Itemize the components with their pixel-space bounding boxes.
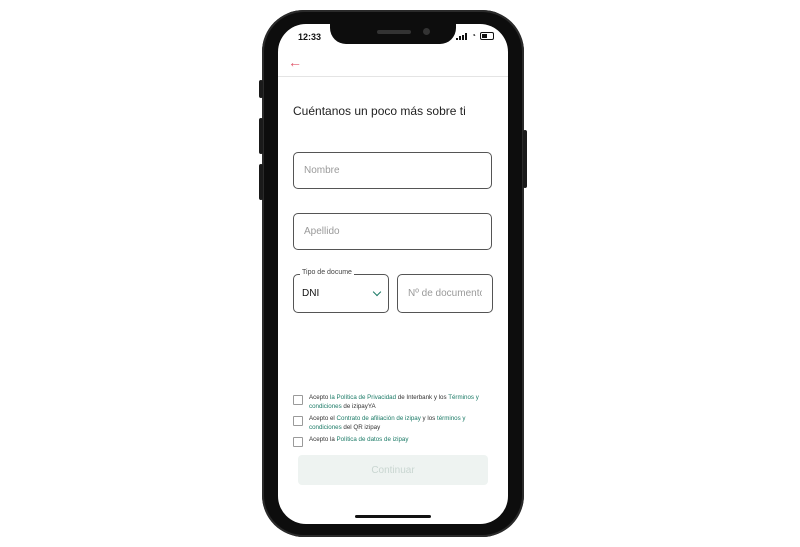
doc-type-value: DNI bbox=[302, 288, 320, 299]
front-camera bbox=[423, 28, 430, 35]
consent-text-contract: Acepto el Contrato de afiliación de izip… bbox=[309, 415, 493, 432]
doc-number-field[interactable] bbox=[397, 274, 493, 313]
status-icons: ◔ bbox=[456, 32, 494, 40]
battery-icon bbox=[480, 32, 494, 40]
nombre-input[interactable] bbox=[302, 164, 483, 177]
consent-text: del QR izipay bbox=[341, 423, 381, 431]
wifi-icon: ◔ bbox=[471, 31, 476, 40]
speaker bbox=[377, 30, 411, 34]
phone-screen: 12:33 ◔ ← Cuéntanos un poco más sobre ti… bbox=[278, 24, 508, 524]
consent-row-data: Acepto la Política de datos de izipay bbox=[293, 436, 493, 447]
doc-type-label: Tipo de docume bbox=[300, 269, 354, 276]
phone-power-button bbox=[523, 130, 527, 188]
consent-row-privacy: Acepto la Política de Privacidad de Inte… bbox=[293, 394, 493, 411]
consent-text: y los bbox=[420, 415, 437, 422]
privacy-policy-link[interactable]: la Política de Privacidad bbox=[330, 394, 396, 401]
phone-mute-switch bbox=[259, 80, 263, 98]
status-time: 12:33 bbox=[298, 32, 322, 42]
consent-text-privacy: Acepto la Política de Privacidad de Inte… bbox=[309, 394, 493, 411]
consent-text-data: Acepto la Política de datos de izipay bbox=[309, 436, 408, 445]
chevron-down-icon bbox=[372, 287, 382, 296]
consent-text: de Interbank y los bbox=[396, 394, 449, 401]
app-header: ← bbox=[278, 52, 508, 77]
apellido-field[interactable] bbox=[293, 213, 492, 250]
affiliation-contract-link[interactable]: Contrato de afiliación de izipay bbox=[337, 415, 421, 422]
signal-icon bbox=[456, 32, 468, 40]
consent-text: Acepto la bbox=[309, 436, 337, 443]
arrow-left-icon[interactable]: ← bbox=[288, 54, 302, 70]
consent-text: Acepto el bbox=[309, 415, 337, 422]
consent-checkbox-privacy[interactable] bbox=[293, 395, 303, 405]
data-policy-link[interactable]: Política de datos de izipay bbox=[337, 436, 409, 443]
consent-checkbox-data[interactable] bbox=[293, 437, 303, 447]
consent-text: de izipayYA bbox=[341, 402, 376, 410]
notch bbox=[330, 24, 456, 44]
consent-text: Acepto bbox=[309, 394, 330, 401]
page-title: Cuéntanos un poco más sobre ti bbox=[293, 104, 466, 118]
doc-type-select[interactable]: Tipo de docume DNI bbox=[293, 269, 389, 313]
home-indicator bbox=[355, 515, 431, 518]
nombre-field[interactable] bbox=[293, 152, 492, 189]
consent-row-contract: Acepto el Contrato de afiliación de izip… bbox=[293, 415, 493, 432]
phone-volume-down bbox=[259, 164, 263, 200]
doc-number-input[interactable] bbox=[406, 287, 484, 300]
phone-volume-up bbox=[259, 118, 263, 154]
apellido-input[interactable] bbox=[302, 225, 483, 238]
continue-button[interactable]: Continuar bbox=[298, 455, 488, 485]
consent-checkbox-contract[interactable] bbox=[293, 416, 303, 426]
